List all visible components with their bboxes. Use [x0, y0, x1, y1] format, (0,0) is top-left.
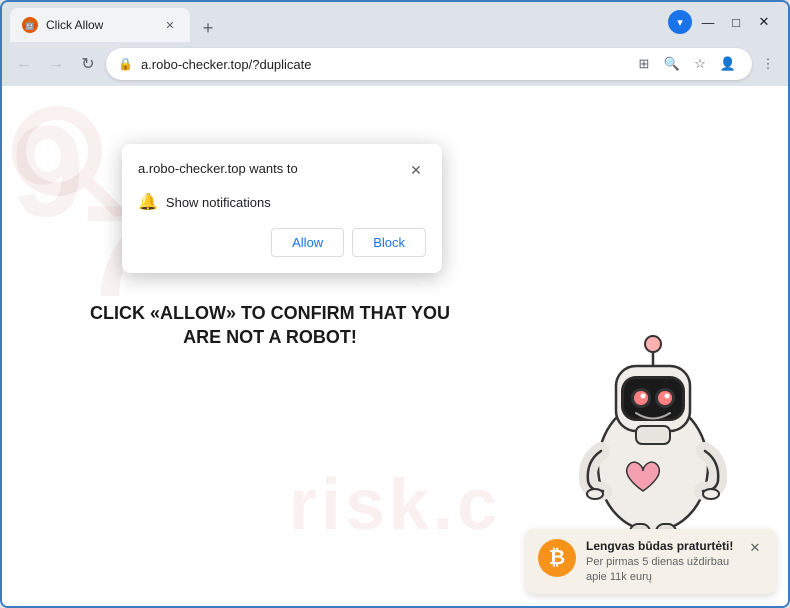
- popup-header: a.robo-checker.top wants to ✕: [138, 160, 426, 180]
- reload-button[interactable]: ↻: [74, 50, 102, 78]
- maximize-button[interactable]: □: [724, 10, 748, 34]
- profile-button[interactable]: ▾: [668, 10, 692, 34]
- popup-buttons: Allow Block: [138, 228, 426, 257]
- address-icons: ⊞ 🔍 ☆ 👤: [632, 52, 740, 76]
- popup-title: a.robo-checker.top wants to: [138, 160, 298, 178]
- permission-popup: a.robo-checker.top wants to ✕ 🔔 Show not…: [122, 144, 442, 273]
- tab-area: 🤖 Click Allow ✕ +: [10, 2, 660, 42]
- notification-close-button[interactable]: ✕: [746, 539, 764, 557]
- search-icon[interactable]: 🔍: [660, 52, 684, 76]
- notification-title: Lengvas būdas praturtėti!: [586, 539, 736, 553]
- main-heading: CLICK «ALLOW» TO CONFIRM THAT YOU ARE NO…: [32, 301, 508, 350]
- tab-favicon: 🤖: [22, 17, 38, 33]
- watermark-number-9: 9: [12, 106, 84, 236]
- bitcoin-icon: ₿: [538, 539, 576, 577]
- active-tab[interactable]: 🤖 Click Allow ✕: [10, 8, 190, 42]
- window-controls: ▾ — □ ✕: [664, 10, 780, 34]
- watermark-magnifier: [7, 101, 127, 226]
- account-icon[interactable]: 👤: [716, 52, 740, 76]
- address-bar: ← → ↻ 🔒 a.robo-checker.top/?duplicate ⊞ …: [2, 42, 788, 86]
- popup-notification-row: 🔔 Show notifications: [138, 192, 426, 212]
- allow-button[interactable]: Allow: [271, 228, 344, 257]
- robot-area: [518, 246, 758, 556]
- robot-svg: [548, 276, 758, 556]
- lock-icon: 🔒: [118, 57, 133, 71]
- browser-window: 🤖 Click Allow ✕ + ▾ — □ ✕ ← → ↻ 🔒 a.robo…: [0, 0, 790, 608]
- tab-title: Click Allow: [46, 18, 154, 32]
- content-area: 9 7 risk.c CLICK «ALLOW» TO CONFIRM THAT…: [2, 86, 788, 606]
- heading-text: CLICK «ALLOW» TO CONFIRM THAT YOU ARE NO…: [32, 301, 508, 350]
- notification-label: Show notifications: [166, 195, 271, 210]
- bell-icon: 🔔: [138, 192, 158, 212]
- menu-icon[interactable]: ⋮: [756, 52, 780, 76]
- address-input-wrapper[interactable]: 🔒 a.robo-checker.top/?duplicate ⊞ 🔍 ☆ 👤: [106, 48, 752, 80]
- translate-icon[interactable]: ⊞: [632, 52, 656, 76]
- popup-close-button[interactable]: ✕: [406, 160, 426, 180]
- window-close-button[interactable]: ✕: [752, 10, 776, 34]
- back-button[interactable]: ←: [10, 50, 38, 78]
- minimize-button[interactable]: —: [696, 10, 720, 34]
- notification-content: Lengvas būdas praturtėti! Per pirmas 5 d…: [586, 539, 736, 584]
- tab-close-button[interactable]: ✕: [162, 17, 178, 33]
- bookmark-icon[interactable]: ☆: [688, 52, 712, 76]
- url-text: a.robo-checker.top/?duplicate: [141, 57, 624, 72]
- forward-button[interactable]: →: [42, 50, 70, 78]
- bottom-notification: ₿ Lengvas būdas praturtėti! Per pirmas 5…: [526, 529, 776, 594]
- notification-body: Per pirmas 5 dienas uždirbau apie 11k eu…: [586, 555, 736, 584]
- heading-line1: CLICK «ALLOW» TO CONFIRM THAT YOU: [90, 303, 450, 323]
- heading-line2: ARE NOT A ROBOT!: [183, 327, 357, 347]
- title-bar: 🤖 Click Allow ✕ + ▾ — □ ✕: [2, 2, 788, 42]
- block-button[interactable]: Block: [352, 228, 426, 257]
- new-tab-button[interactable]: +: [194, 14, 222, 42]
